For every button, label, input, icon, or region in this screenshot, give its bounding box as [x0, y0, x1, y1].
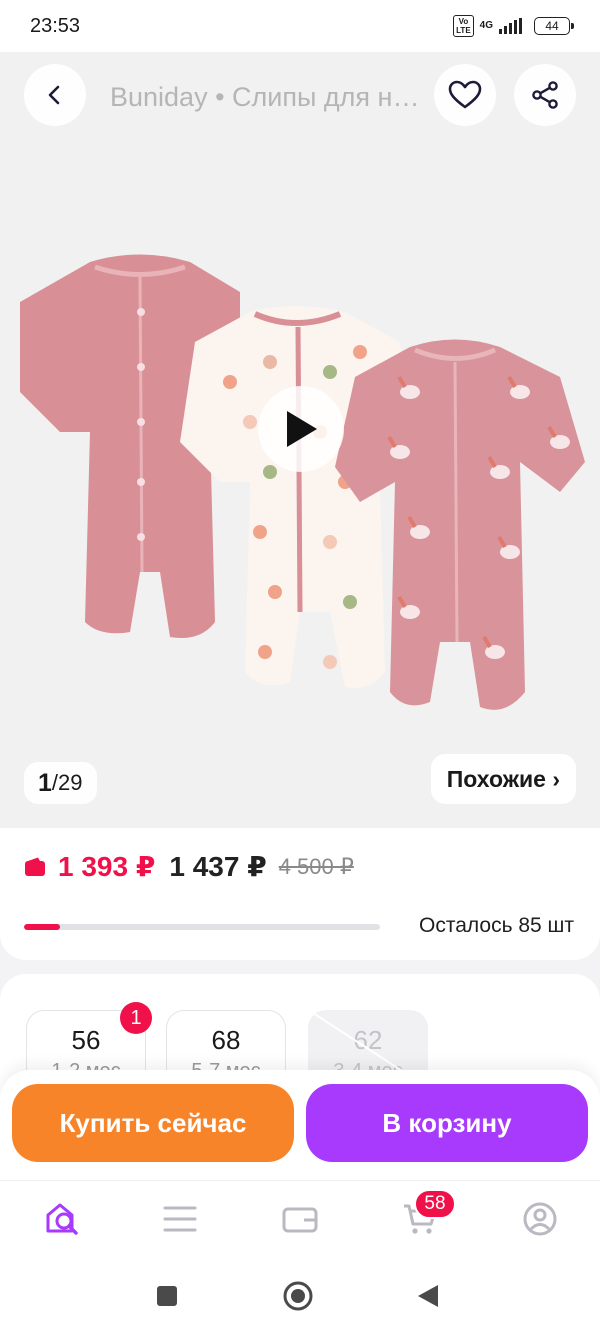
status-bar: 23:53 Vo LTE 4G 44 [0, 0, 600, 52]
image-total: 29 [58, 770, 83, 795]
wallet-card-icon [25, 857, 45, 876]
recents-icon [157, 1286, 177, 1306]
product-gallery[interactable]: Buniday • Слипы для новорожденных 1 / 29… [0, 52, 600, 828]
stock-progress-fill [24, 924, 60, 930]
nav-catalog[interactable] [158, 1197, 202, 1241]
favorite-button[interactable] [434, 64, 496, 126]
volte-icon: Vo LTE [453, 15, 474, 37]
current-price: 1 437 ₽ [169, 851, 267, 882]
battery-level: 44 [545, 19, 559, 33]
chevron-left-icon [48, 85, 60, 105]
back-button[interactable] [24, 64, 86, 126]
action-bar: Купить сейчас В корзину [0, 1070, 600, 1180]
nav-profile[interactable] [518, 1197, 562, 1241]
top-bar: Buniday • Слипы для новорожденных [0, 64, 600, 126]
page-title: Buniday • Слипы для новорожденных [110, 82, 420, 112]
wallet-price: 1 393 ₽ [58, 851, 156, 882]
catalog-icon [163, 1206, 197, 1232]
heart-icon [448, 80, 482, 109]
battery-icon: 44 [534, 17, 574, 35]
back-icon [418, 1285, 438, 1307]
image-counter: 1 / 29 [24, 762, 97, 804]
system-back-button[interactable] [408, 1276, 448, 1316]
share-button[interactable] [514, 64, 576, 126]
nav-wallet[interactable] [278, 1197, 322, 1241]
product-image[interactable] [0, 192, 600, 772]
bottom-navigation: 58 [0, 1180, 600, 1256]
signal-icon [499, 18, 522, 34]
status-indicators: Vo LTE 4G 44 [453, 15, 574, 37]
image-current: 1 [38, 768, 52, 797]
home-icon [283, 1281, 313, 1311]
size-value: 68 [211, 1025, 241, 1055]
price-card: 1 393 ₽ 1 437 ₽ 4 500 ₽ Осталось 85 шт [0, 828, 600, 960]
play-video-button[interactable] [258, 386, 344, 472]
size-count-badge: 1 [120, 1002, 152, 1034]
stock-progress-bar [24, 924, 380, 930]
network-type: 4G [479, 20, 493, 31]
profile-icon [523, 1202, 557, 1236]
buy-now-button[interactable]: Купить сейчас [12, 1084, 294, 1162]
similar-button[interactable]: Похожие › [430, 754, 576, 804]
add-to-cart-button[interactable]: В корзину [306, 1084, 588, 1162]
nav-home[interactable] [40, 1197, 84, 1241]
system-navigation [0, 1256, 600, 1332]
size-value: 62 [353, 1025, 383, 1055]
old-price: 4 500 ₽ [278, 853, 354, 879]
play-icon [287, 411, 317, 447]
recents-button[interactable] [147, 1276, 187, 1316]
cart-count-badge: 58 [414, 1189, 456, 1219]
sleepsuit-dots [180, 306, 410, 688]
wallet-icon [282, 1207, 318, 1233]
search-home-icon [46, 1203, 78, 1235]
home-button[interactable] [278, 1276, 318, 1316]
price-row: 1 393 ₽ 1 437 ₽ 4 500 ₽ [24, 850, 354, 883]
status-time: 23:53 [30, 14, 81, 37]
share-icon [532, 81, 558, 109]
stock-remaining: Осталось 85 шт [419, 914, 574, 937]
